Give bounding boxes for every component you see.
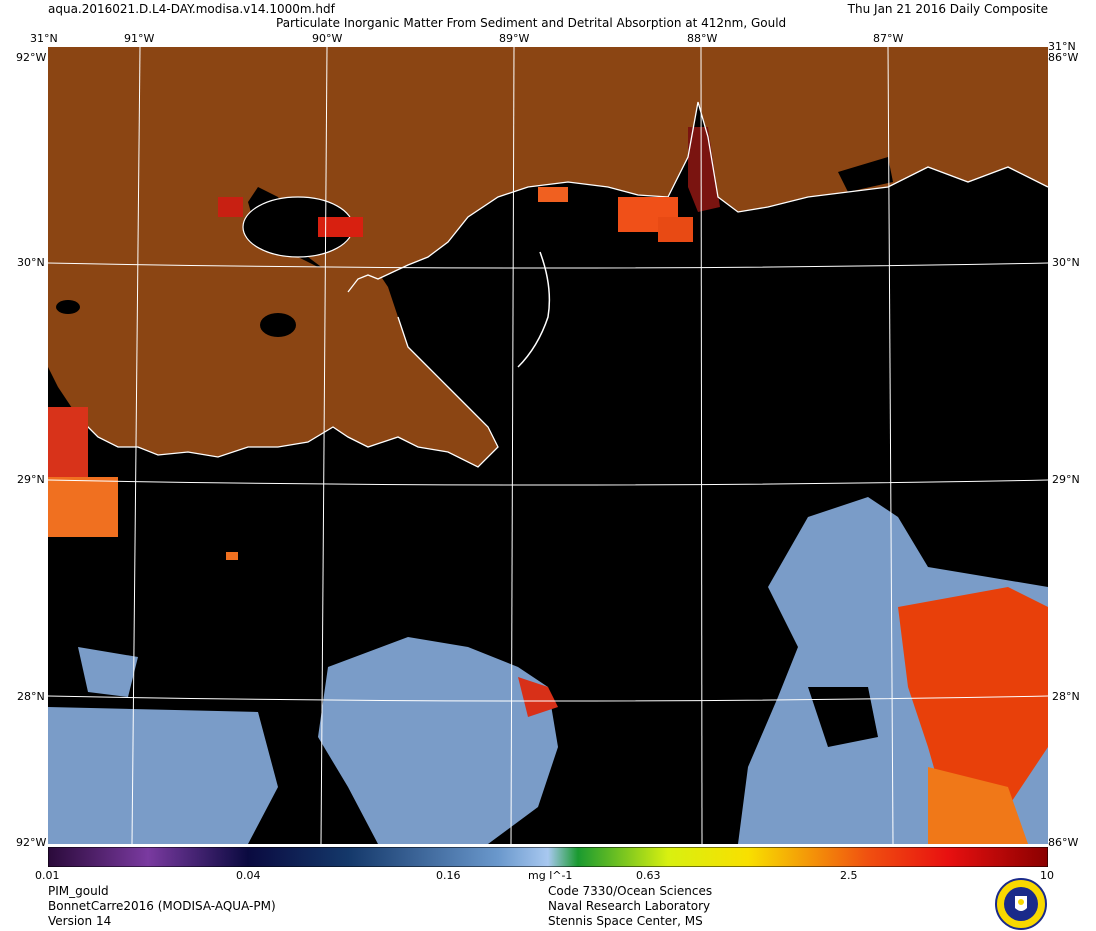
- lake-small: [260, 313, 296, 337]
- lon-label-top-left: 92°W: [16, 51, 47, 64]
- date-label: Thu Jan 21 2016 Daily Composite: [847, 2, 1048, 16]
- colorbar-units: mg l^-1: [528, 869, 573, 882]
- colorbar-tick-0: 0.01: [35, 869, 60, 882]
- offshore-low-value-patches: [48, 497, 1048, 844]
- lat-label-29n-left: 29°N: [17, 473, 45, 486]
- lon-label-90w: 90°W: [312, 32, 343, 45]
- map-panel: [48, 47, 1048, 844]
- filename: aqua.2016021.D.L4-DAY.modisa.v14.1000m.h…: [48, 2, 335, 16]
- product-name: PIM_gould: [48, 884, 109, 898]
- lon-label-top-right: 86°W: [1048, 51, 1079, 64]
- lat-label-28n-right: 28°N: [1052, 690, 1080, 703]
- nrl-seal-icon: [995, 878, 1047, 930]
- land-mass: [48, 47, 1048, 467]
- lat-label-29n-right: 29°N: [1052, 473, 1080, 486]
- lon-label-89w: 89°W: [499, 32, 530, 45]
- product-title: Particulate Inorganic Matter From Sedime…: [276, 16, 787, 30]
- org-code: Code 7330/Ocean Sciences: [548, 884, 713, 898]
- lon-label-88w: 88°W: [687, 32, 718, 45]
- map-canvas: [48, 47, 1048, 844]
- lon-label-91w: 91°W: [124, 32, 155, 45]
- lon-label-bottom-right: 86°W: [1048, 836, 1079, 849]
- lat-label-30n-right: 30°N: [1052, 256, 1080, 269]
- org-location: Stennis Space Center, MS: [548, 914, 703, 928]
- chandeleur-islands: [517, 251, 551, 368]
- lat-label-30n-left: 30°N: [17, 256, 45, 269]
- colorbar-tick-1: 0.04: [236, 869, 261, 882]
- colorbar-tick-4: 2.5: [840, 869, 858, 882]
- lat-label-28n-left: 28°N: [17, 690, 45, 703]
- org-name: Naval Research Laboratory: [548, 899, 711, 913]
- lat-label-top-left: 31°N: [30, 32, 58, 45]
- version-label: Version 14: [48, 914, 112, 928]
- project-name: BonnetCarre2016 (MODISA-AQUA-PM): [48, 899, 276, 913]
- colorbar-tick-2: 0.16: [436, 869, 461, 882]
- colorbar-tick-3: 0.63: [636, 869, 661, 882]
- lake-small-2: [56, 300, 80, 314]
- colorbar: [48, 847, 1048, 867]
- lon-label-bottom-left: 92°W: [16, 836, 47, 849]
- lon-label-87w: 87°W: [873, 32, 904, 45]
